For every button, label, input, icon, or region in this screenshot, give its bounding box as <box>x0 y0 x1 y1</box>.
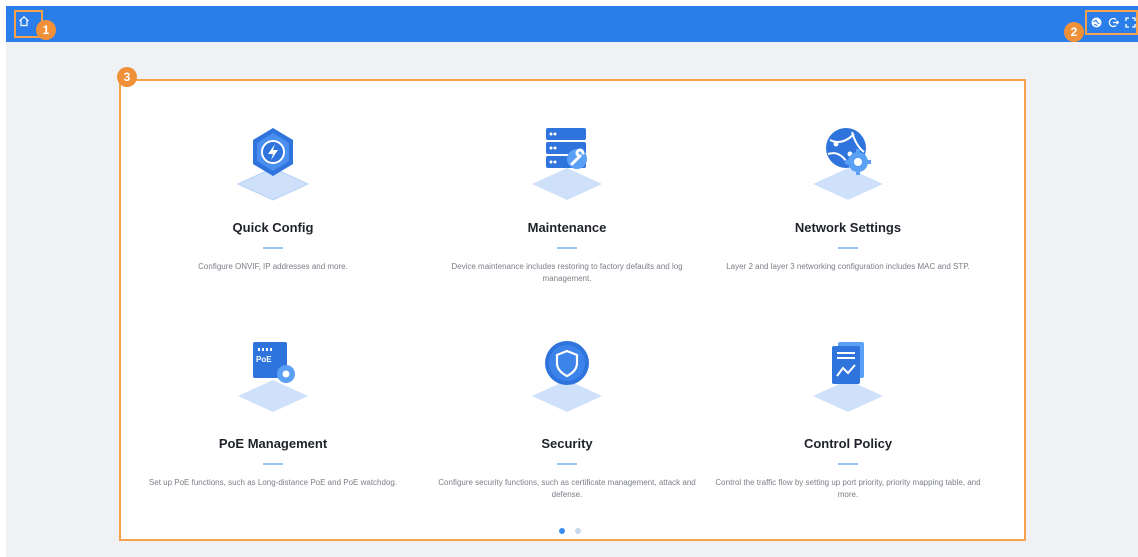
server-wrench-icon <box>527 124 607 204</box>
page-dot-1[interactable] <box>559 528 565 534</box>
card-poe-management[interactable]: PoE PoE Management Set up PoE functions,… <box>133 340 413 489</box>
top-bar <box>6 6 1138 42</box>
card-description: Configure security functions, such as ce… <box>438 478 696 499</box>
pagination <box>559 528 581 534</box>
title-divider <box>838 247 858 249</box>
callout-number-3: 3 <box>117 67 137 87</box>
card-description: Set up PoE functions, such as Long-dista… <box>148 478 398 487</box>
page-dot-2[interactable] <box>575 528 581 534</box>
title-divider <box>263 463 283 465</box>
card-control-policy[interactable]: Control Policy Control the traffic flow … <box>708 340 988 501</box>
card-quick-config[interactable]: Quick Config Configure ONVIF, IP address… <box>133 124 413 273</box>
svg-text:PoE: PoE <box>256 355 272 364</box>
title-divider <box>838 463 858 465</box>
card-network-settings[interactable]: Network Settings Layer 2 and layer 3 net… <box>708 124 988 273</box>
globe-gear-icon <box>808 124 888 204</box>
card-description: Device maintenance includes restoring to… <box>451 262 683 283</box>
title-divider <box>263 247 283 249</box>
card-title: PoE Management <box>218 436 328 451</box>
card-title: Quick Config <box>232 220 314 235</box>
shield-icon <box>527 340 607 420</box>
card-maintenance[interactable]: Maintenance Device maintenance includes … <box>427 124 707 285</box>
document-chart-icon <box>808 340 888 420</box>
card-security[interactable]: Security Configure security functions, s… <box>427 340 707 501</box>
card-description: Control the traffic flow by setting up p… <box>715 478 981 499</box>
card-description: Configure ONVIF, IP addresses and more. <box>198 262 348 271</box>
callout-box-2 <box>1085 10 1138 35</box>
callout-number-1: 1 <box>36 20 56 40</box>
lightning-hexagon-icon <box>233 124 313 204</box>
poe-chip-icon: PoE <box>233 340 313 420</box>
title-divider <box>557 463 577 465</box>
card-title: Control Policy <box>803 436 893 451</box>
card-description: Layer 2 and layer 3 networking configura… <box>726 262 970 271</box>
callout-number-2: 2 <box>1064 22 1084 42</box>
title-divider <box>557 247 577 249</box>
card-title: Network Settings <box>794 220 902 235</box>
card-title: Security <box>541 436 593 451</box>
card-title: Maintenance <box>527 220 607 235</box>
